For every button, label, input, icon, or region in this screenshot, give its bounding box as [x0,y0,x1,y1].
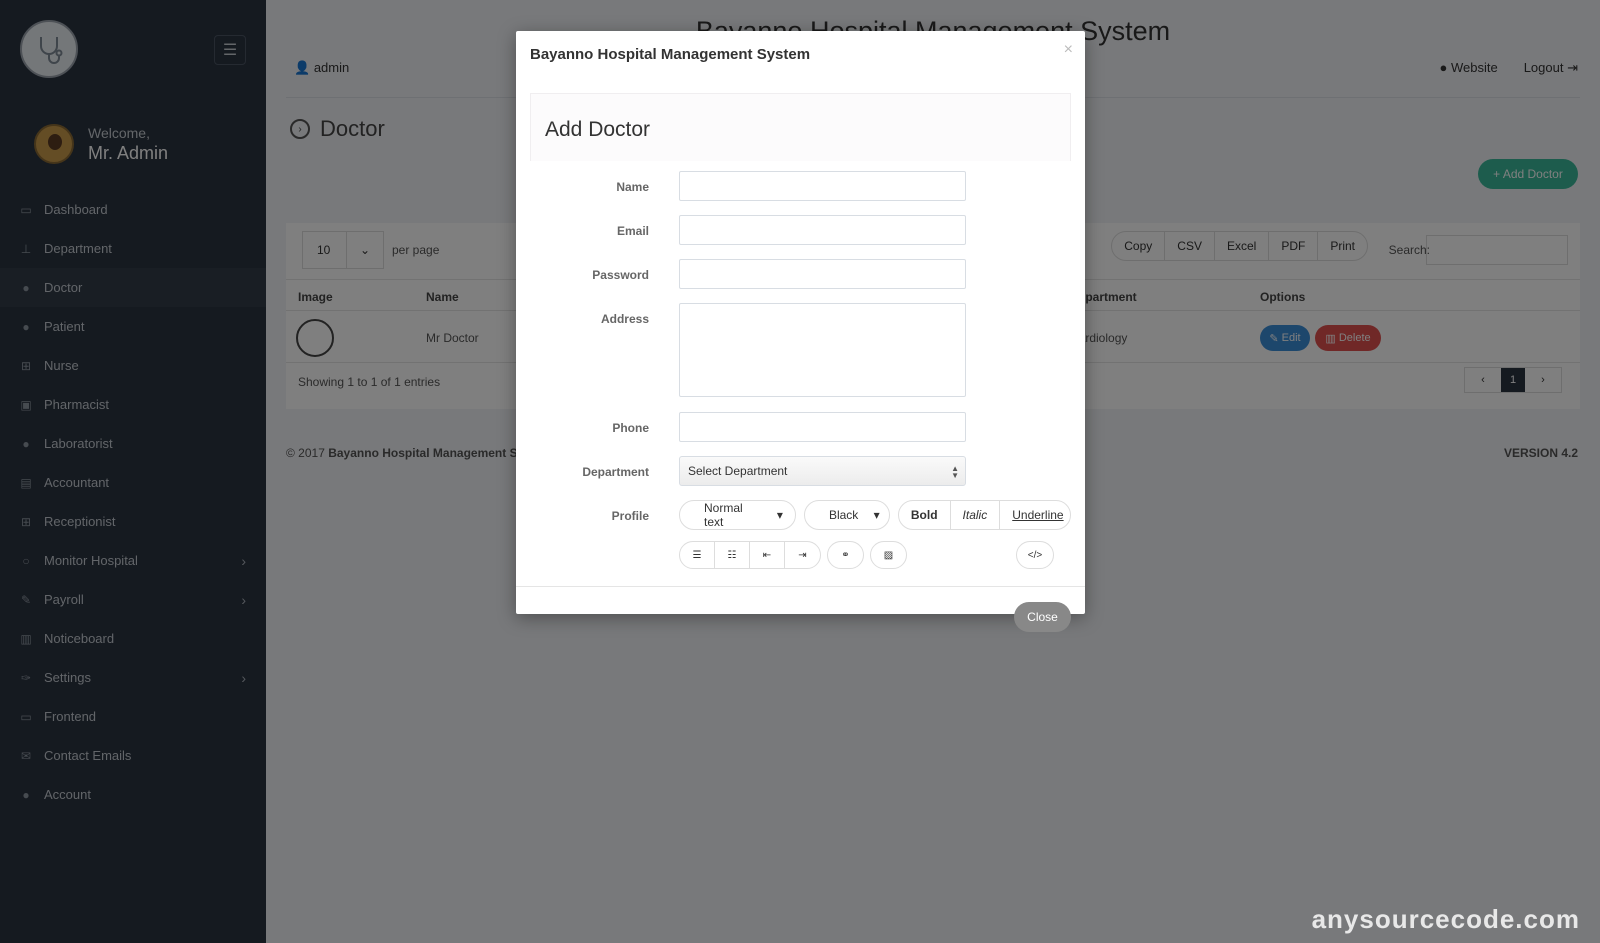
underline-button[interactable]: Underline [1000,501,1070,529]
modal-title: Bayanno Hospital Management System [530,46,811,63]
watermark: anysourcecode.com [1311,904,1580,934]
indent-icon[interactable]: ⇥ [785,542,820,568]
phone-label: Phone [612,421,649,435]
italic-button[interactable]: Italic [951,501,1001,529]
html-source-icon[interactable]: </> [1016,541,1054,569]
editor-toolbar: Normal text ▾ Black ▾ Bold Italic Underl… [679,500,1071,530]
modal-body: Add Doctor Name Email Password Address P… [530,93,1071,587]
password-field[interactable] [679,259,966,289]
add-doctor-modal: Bayanno Hospital Management System × Add… [516,31,1085,632]
modal-footer-divider [516,586,1085,587]
link-icon[interactable]: ⚭ [828,542,863,568]
form-title: Add Doctor [530,93,1071,161]
profile-label: Profile [611,509,649,523]
phone-field[interactable] [679,412,966,442]
text-style-dropdown[interactable]: Normal text ▾ [680,501,795,529]
bold-button[interactable]: Bold [899,501,951,529]
address-label: Address [600,312,649,326]
name-label: Name [616,180,649,194]
outdent-icon[interactable]: ⇤ [750,542,785,568]
address-textarea[interactable] [679,303,966,397]
email-label: Email [616,224,649,238]
ordered-list-icon[interactable]: ☷ [715,542,750,568]
select-arrows-icon: ▲ ▼ [951,464,959,480]
close-button[interactable]: Close [1014,602,1071,632]
image-icon[interactable]: ▨ [871,542,906,568]
email-field[interactable] [679,215,966,245]
department-select[interactable]: Select Department ▲ ▼ [679,456,966,486]
close-icon[interactable]: × [1064,41,1073,59]
text-color-dropdown[interactable]: Black ▾ [805,501,889,529]
editor-toolbar-row2: ☰ ☷ ⇤ ⇥ ⚭ ▨ [679,541,907,569]
department-label: Department [582,465,649,479]
name-field[interactable] [679,171,966,201]
password-label: Password [592,268,649,282]
unordered-list-icon[interactable]: ☰ [680,542,715,568]
